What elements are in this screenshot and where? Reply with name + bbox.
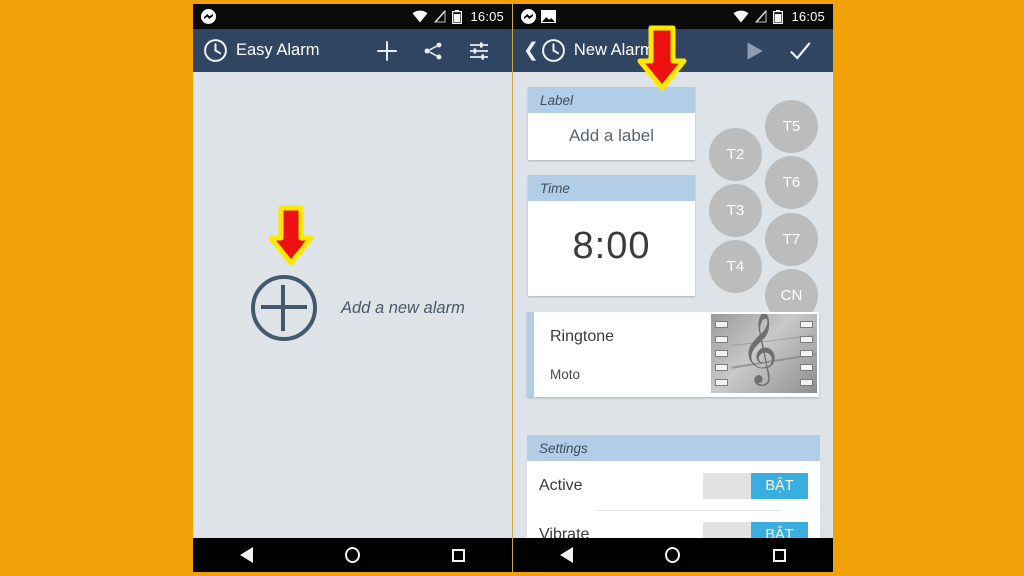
sliders-icon — [470, 41, 488, 60]
left-status-bar: 16:05 — [193, 4, 512, 29]
settings-card: Settings Active BẬT Vibrate BẬT — [527, 435, 820, 538]
add-new-alarm-button[interactable]: Add a new alarm — [251, 275, 465, 341]
day-button-t5[interactable]: T5 — [765, 100, 818, 153]
left-status-system: 16:05 — [412, 9, 504, 24]
status-clock: 16:05 — [791, 9, 825, 24]
alarm-list-empty-state: Add a new alarm — [193, 72, 512, 538]
left-status-notifications — [201, 9, 216, 24]
settings-section-header: Settings — [527, 435, 820, 461]
day-button-t3[interactable]: T3 — [709, 184, 762, 237]
nav-back-button[interactable] — [221, 538, 271, 572]
panel-divider — [512, 4, 513, 572]
add-alarm-button[interactable] — [364, 29, 410, 72]
time-card[interactable]: Time 8:00 — [528, 175, 695, 296]
nav-back-button[interactable] — [541, 538, 591, 572]
clock-icon — [542, 39, 565, 62]
right-status-system: 16:05 — [733, 9, 825, 24]
arrow-add-alarm — [268, 205, 314, 266]
setting-row-active[interactable]: Active BẬT — [527, 461, 820, 510]
day-button-t4[interactable]: T4 — [709, 240, 762, 293]
left-toolbar-actions — [364, 29, 502, 72]
battery-icon — [773, 9, 784, 24]
setting-label-vibrate: Vibrate — [539, 525, 590, 539]
day-button-t2[interactable]: T2 — [709, 128, 762, 181]
nav-recents-button[interactable] — [434, 538, 484, 572]
ringtone-value: Moto — [550, 367, 581, 382]
day-selector: T2 T3 T4 T5 T6 T7 CN — [703, 80, 828, 322]
battery-icon — [452, 9, 463, 24]
messenger-icon — [201, 9, 216, 24]
confirm-button[interactable] — [777, 29, 823, 72]
recents-icon — [773, 548, 787, 562]
home-icon — [344, 547, 360, 563]
nav-home-button[interactable] — [648, 538, 698, 572]
add-new-alarm-label: Add a new alarm — [341, 298, 465, 317]
left-toolbar: Easy Alarm — [193, 29, 512, 72]
preview-button[interactable] — [731, 29, 777, 72]
nav-recents-button[interactable] — [755, 538, 805, 572]
home-icon — [665, 547, 681, 563]
share-icon — [424, 42, 442, 59]
left-phone-screenshot: 16:05 Easy Alarm Add a new alarm — [193, 4, 512, 572]
setting-row-vibrate[interactable]: Vibrate BẬT — [527, 510, 820, 538]
clock-icon — [204, 39, 227, 62]
messenger-icon — [521, 9, 536, 24]
screenshot-canvas: 16:05 Easy Alarm Add a new alarm 16:05 ❮… — [0, 0, 1024, 576]
settings-button[interactable] — [456, 29, 502, 72]
left-navigation-bar — [193, 538, 512, 572]
app-title: Easy Alarm — [236, 41, 320, 59]
screenshot-icon — [541, 10, 556, 23]
back-icon — [239, 547, 253, 563]
right-toolbar-actions — [731, 29, 823, 72]
wifi-icon — [733, 10, 749, 23]
play-icon — [747, 41, 763, 60]
day-button-t6[interactable]: T6 — [765, 156, 818, 209]
right-status-notifications — [521, 9, 556, 24]
label-input[interactable]: Add a label — [528, 113, 695, 160]
ringtone-title: Ringtone — [550, 328, 615, 345]
day-button-t7[interactable]: T7 — [765, 213, 818, 266]
music-note-filmstrip-icon: 𝄞 — [711, 314, 817, 393]
check-icon — [790, 41, 811, 60]
vibrate-toggle-label: BẬT — [751, 521, 808, 538]
wifi-icon — [412, 10, 428, 23]
active-toggle-label: BẬT — [751, 472, 808, 499]
time-value[interactable]: 8:00 — [528, 201, 695, 296]
active-toggle[interactable]: BẬT — [703, 472, 808, 499]
plus-circle-icon — [251, 275, 317, 341]
recents-icon — [452, 548, 466, 562]
label-card[interactable]: Label Add a label — [528, 87, 695, 160]
share-button[interactable] — [410, 29, 456, 72]
right-navigation-bar — [513, 538, 833, 572]
new-alarm-form: Label Add a label Time 8:00 T2 T3 T4 T5 … — [513, 72, 833, 538]
back-icon — [559, 547, 573, 563]
chevron-left-icon[interactable]: ❮ — [523, 41, 539, 60]
ringtone-card[interactable]: Ringtone Moto 𝄞 — [527, 312, 819, 397]
setting-label-active: Active — [539, 476, 583, 494]
time-section-header: Time — [528, 175, 695, 201]
signal-off-icon — [434, 10, 447, 23]
signal-off-icon — [755, 10, 768, 23]
vibrate-toggle[interactable]: BẬT — [703, 521, 808, 538]
nav-home-button[interactable] — [327, 538, 377, 572]
arrow-new-alarm-toolbar — [637, 25, 687, 91]
plus-icon — [377, 40, 397, 61]
status-clock: 16:05 — [470, 9, 504, 24]
